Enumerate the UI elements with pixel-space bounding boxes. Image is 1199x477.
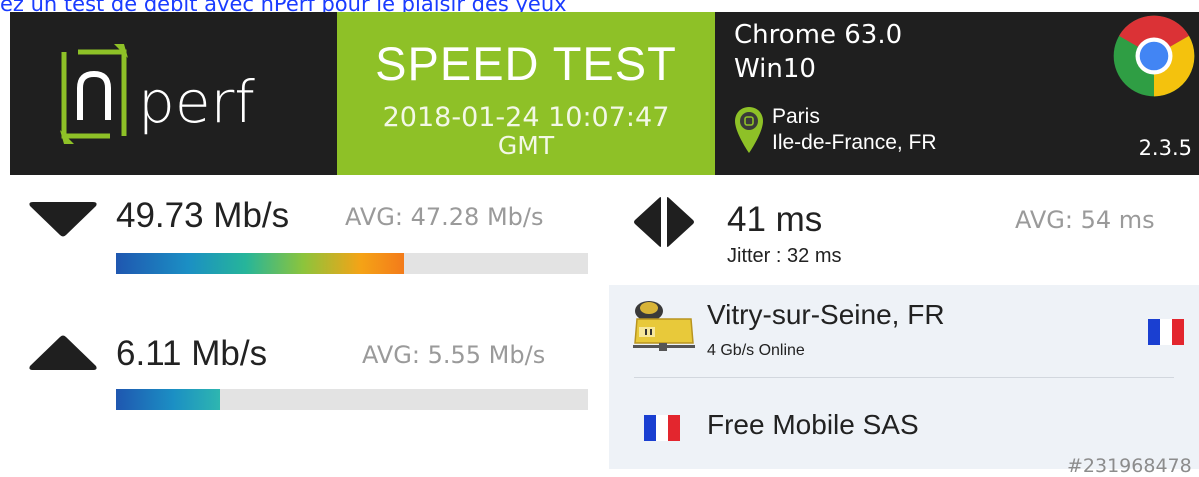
download-progress-track <box>116 253 588 274</box>
chrome-logo-icon <box>1113 15 1195 97</box>
browser-info: Chrome 63.0 Win10 <box>734 18 902 86</box>
map-pin-icon <box>735 107 763 153</box>
server-divider <box>634 377 1174 378</box>
result-header: perf SPEED TEST 2018-01-24 10:07:47 GMT … <box>10 12 1199 175</box>
server-status: 4 Gb/s Online <box>707 342 805 359</box>
speed-test-title: SPEED TEST <box>375 37 677 90</box>
location: Paris Ile-de-France, FR <box>772 104 937 156</box>
location-city: Paris <box>772 105 820 128</box>
latency-value: 41 ms <box>727 200 823 239</box>
app-version: 2.3.5 <box>1138 136 1192 160</box>
os-name: Win10 <box>734 54 816 84</box>
upload-avg: AVG: 5.55 Mb/s <box>362 341 546 369</box>
server-icon <box>633 301 695 351</box>
server-french-flag-icon <box>1148 319 1184 345</box>
server-panel: Vitry-sur-Seine, FR 4 Gb/s Online Free M… <box>609 285 1199 477</box>
nperf-logo: perf <box>60 44 255 144</box>
isp-name: Free Mobile SAS <box>707 409 919 440</box>
download-avg: AVG: 47.28 Mb/s <box>345 203 544 231</box>
isp-french-flag-icon <box>644 415 680 441</box>
browser-name: Chrome 63.0 <box>734 20 903 50</box>
server-location: Vitry-sur-Seine, FR <box>707 299 945 330</box>
speed-test-box: SPEED TEST 2018-01-24 10:07:47 GMT <box>337 12 715 175</box>
jitter-value: Jitter : 32 ms <box>727 245 842 267</box>
upload-speed: 6.11 Mb/s <box>116 334 268 373</box>
test-id: #231968478 <box>1067 455 1192 477</box>
latency-arrows-icon <box>634 197 694 247</box>
test-timezone: GMT <box>497 131 555 160</box>
test-date: 2018-01-24 10:07:47 <box>382 102 670 133</box>
upload-progress-fill <box>116 389 220 410</box>
upload-progress-track <box>116 389 588 410</box>
download-progress-fill <box>116 253 404 274</box>
download-arrow-icon <box>29 202 97 237</box>
logo-text: perf <box>138 68 255 136</box>
latency-avg: AVG: 54 ms <box>1015 206 1155 234</box>
upload-arrow-icon <box>29 335 97 370</box>
location-region: Ile-de-France, FR <box>772 131 937 154</box>
download-speed: 49.73 Mb/s <box>116 196 290 235</box>
